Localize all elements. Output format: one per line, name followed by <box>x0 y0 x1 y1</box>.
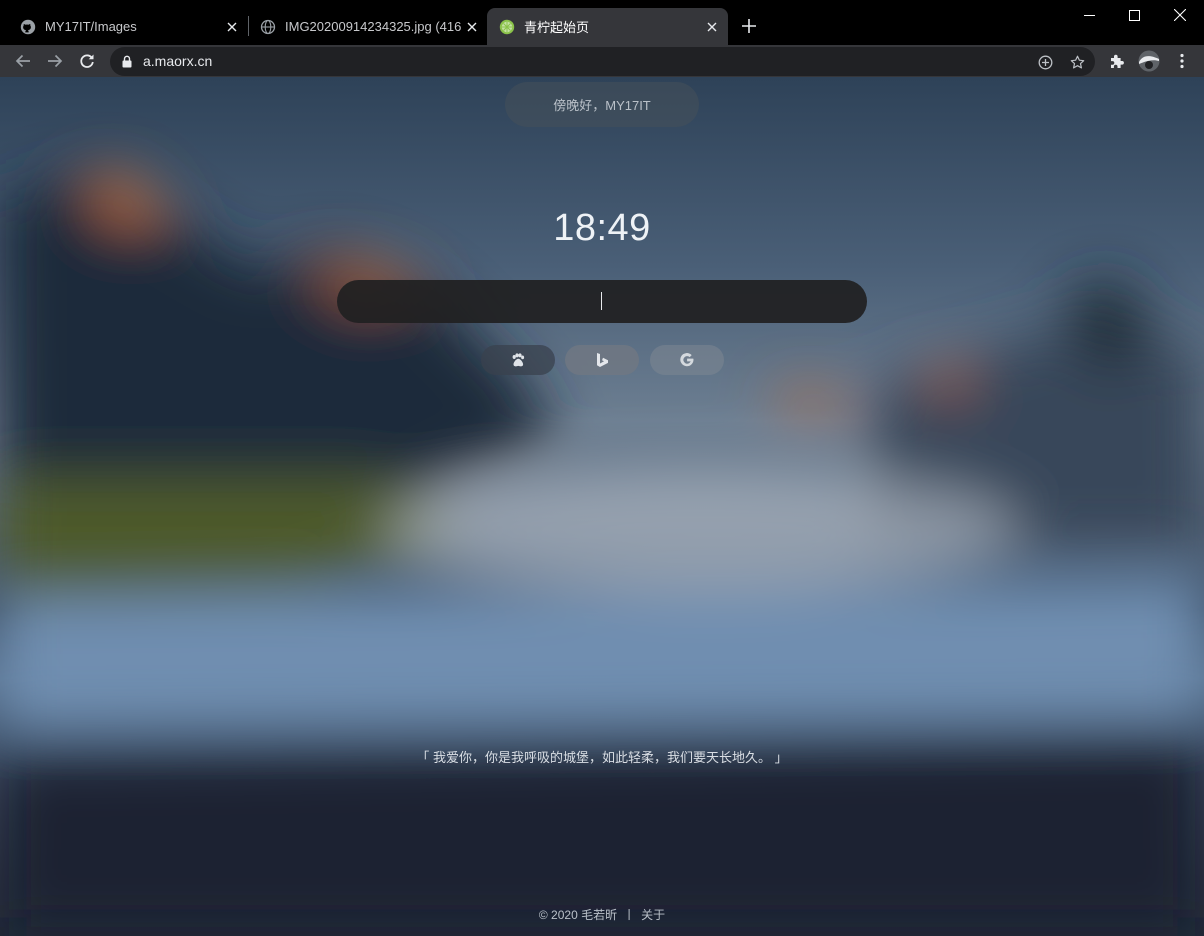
url-text: a.maorx.cn <box>143 53 213 69</box>
greeting-badge: 傍晚好，MY17IT <box>505 82 699 127</box>
profile-avatar[interactable] <box>1137 49 1161 73</box>
close-tab-icon[interactable] <box>222 17 242 37</box>
blurred-landscape-background <box>0 167 1204 936</box>
globe-icon <box>260 19 276 34</box>
arrow-right-icon <box>48 54 63 68</box>
tab-title: 青柠起始页 <box>524 20 590 35</box>
arrow-left-icon <box>15 54 30 68</box>
tab-title: MY17IT/Images <box>45 19 137 34</box>
reload-button[interactable] <box>75 49 99 73</box>
tab-title: IMG20200914234325.jpg (416 <box>285 19 462 34</box>
google-icon <box>680 353 694 367</box>
search-input[interactable] <box>337 280 867 323</box>
minimize-icon <box>1083 14 1095 16</box>
minimize-button[interactable] <box>1066 0 1112 30</box>
quote-text: 「 我爱你，你是我呼吸的城堡，如此轻柔，我们要天长地久。 」 <box>416 750 788 765</box>
close-icon <box>1174 9 1186 21</box>
bing-icon <box>597 353 608 367</box>
close-window-button[interactable] <box>1157 0 1203 30</box>
avatar-icon <box>1138 50 1160 72</box>
extensions-puzzle-icon[interactable] <box>1105 49 1129 73</box>
install-app-icon[interactable] <box>1036 53 1054 71</box>
footer-separator: 丨 <box>623 908 636 922</box>
tab-github[interactable]: MY17IT/Images <box>0 8 248 45</box>
browser-toolbar: a.maorx.cn <box>0 45 1204 77</box>
start-page: 傍晚好，MY17IT 18:49 「 我爱你，你是我呼吸的城堡，如此轻柔，我们要… <box>0 77 1204 936</box>
maximize-icon <box>1128 9 1140 21</box>
new-tab-button[interactable] <box>738 15 760 37</box>
chrome-menu-button[interactable] <box>1170 49 1194 73</box>
close-tab-icon[interactable] <box>462 17 482 37</box>
lime-icon <box>499 19 515 34</box>
forward-button[interactable] <box>43 49 67 73</box>
close-tab-icon[interactable] <box>702 17 722 37</box>
plus-icon <box>742 19 756 33</box>
paw-icon <box>512 353 525 367</box>
about-link[interactable]: 关于 <box>641 908 665 922</box>
clock-time: 18:49 <box>553 207 651 249</box>
engine-google-button[interactable] <box>650 345 724 375</box>
back-button[interactable] <box>11 49 35 73</box>
maximize-button[interactable] <box>1111 0 1157 30</box>
lock-icon <box>122 55 132 68</box>
github-icon <box>20 19 36 34</box>
tab-strip: MY17IT/Images IMG20200914234325.jpg (416… <box>0 0 1204 45</box>
footer: © 2020 毛若昕丨关于 <box>0 906 1204 923</box>
engine-bing-button[interactable] <box>565 345 639 375</box>
address-bar[interactable]: a.maorx.cn <box>110 47 1095 76</box>
engine-baidu-button[interactable] <box>481 345 555 375</box>
tab-qingning-start[interactable]: 青柠起始页 <box>487 8 728 45</box>
more-vertical-icon <box>1180 53 1184 69</box>
tab-image[interactable]: IMG20200914234325.jpg (416 <box>240 8 488 45</box>
reload-icon <box>80 54 94 68</box>
copyright-text: © 2020 毛若昕 <box>538 908 618 922</box>
bookmark-star-icon[interactable] <box>1068 53 1086 71</box>
text-caret <box>601 292 602 310</box>
